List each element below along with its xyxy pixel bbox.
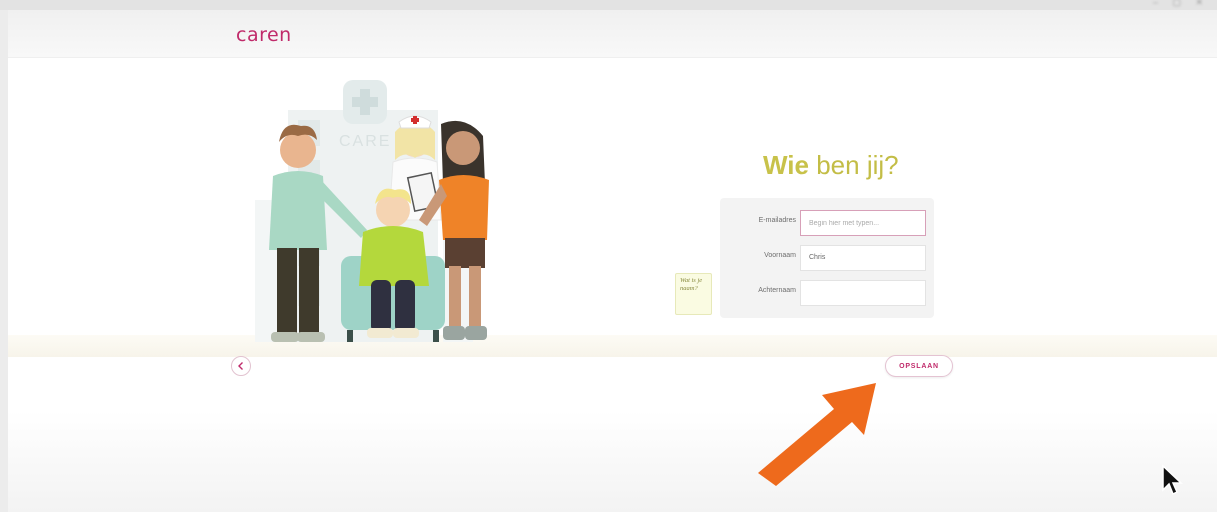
- firstname-row: Voornaam Chris: [720, 243, 934, 273]
- app-frame: caren CARE Wie ben jij? Wat is je naam? …: [8, 10, 1217, 512]
- firstname-field[interactable]: Chris: [800, 245, 926, 271]
- page-title: Wie ben jij?: [763, 150, 899, 180]
- window-controls: – ▢ ✕: [1152, 0, 1209, 7]
- back-button[interactable]: [231, 356, 251, 376]
- footer-area: [8, 410, 1217, 512]
- firstname-label: Voornaam: [764, 252, 796, 259]
- lastname-label: Achternaam: [758, 287, 796, 294]
- window-title-bar: – ▢ ✕: [0, 0, 1217, 10]
- app-header: caren: [8, 10, 1217, 58]
- name-hint-tooltip: Wat is je naam?: [675, 273, 712, 315]
- annotation-arrow-icon: [758, 383, 876, 486]
- email-row: E-mailadres: [720, 208, 934, 238]
- email-label: E-mailadres: [758, 217, 796, 224]
- email-field[interactable]: [800, 210, 926, 236]
- mouse-cursor-icon: [1162, 464, 1183, 496]
- lastname-row: Achternaam: [720, 278, 934, 308]
- lastname-field[interactable]: [800, 280, 926, 306]
- caren-logo[interactable]: caren: [236, 24, 292, 46]
- chevron-left-icon: [238, 362, 243, 370]
- care-sign: CARE: [339, 133, 391, 150]
- identity-form: E-mailadres Voornaam Chris Achternaam: [720, 198, 934, 318]
- floor-band: [8, 335, 1217, 357]
- care-team-illustration: CARE: [255, 80, 489, 342]
- save-button[interactable]: OPSLAAN: [885, 355, 953, 377]
